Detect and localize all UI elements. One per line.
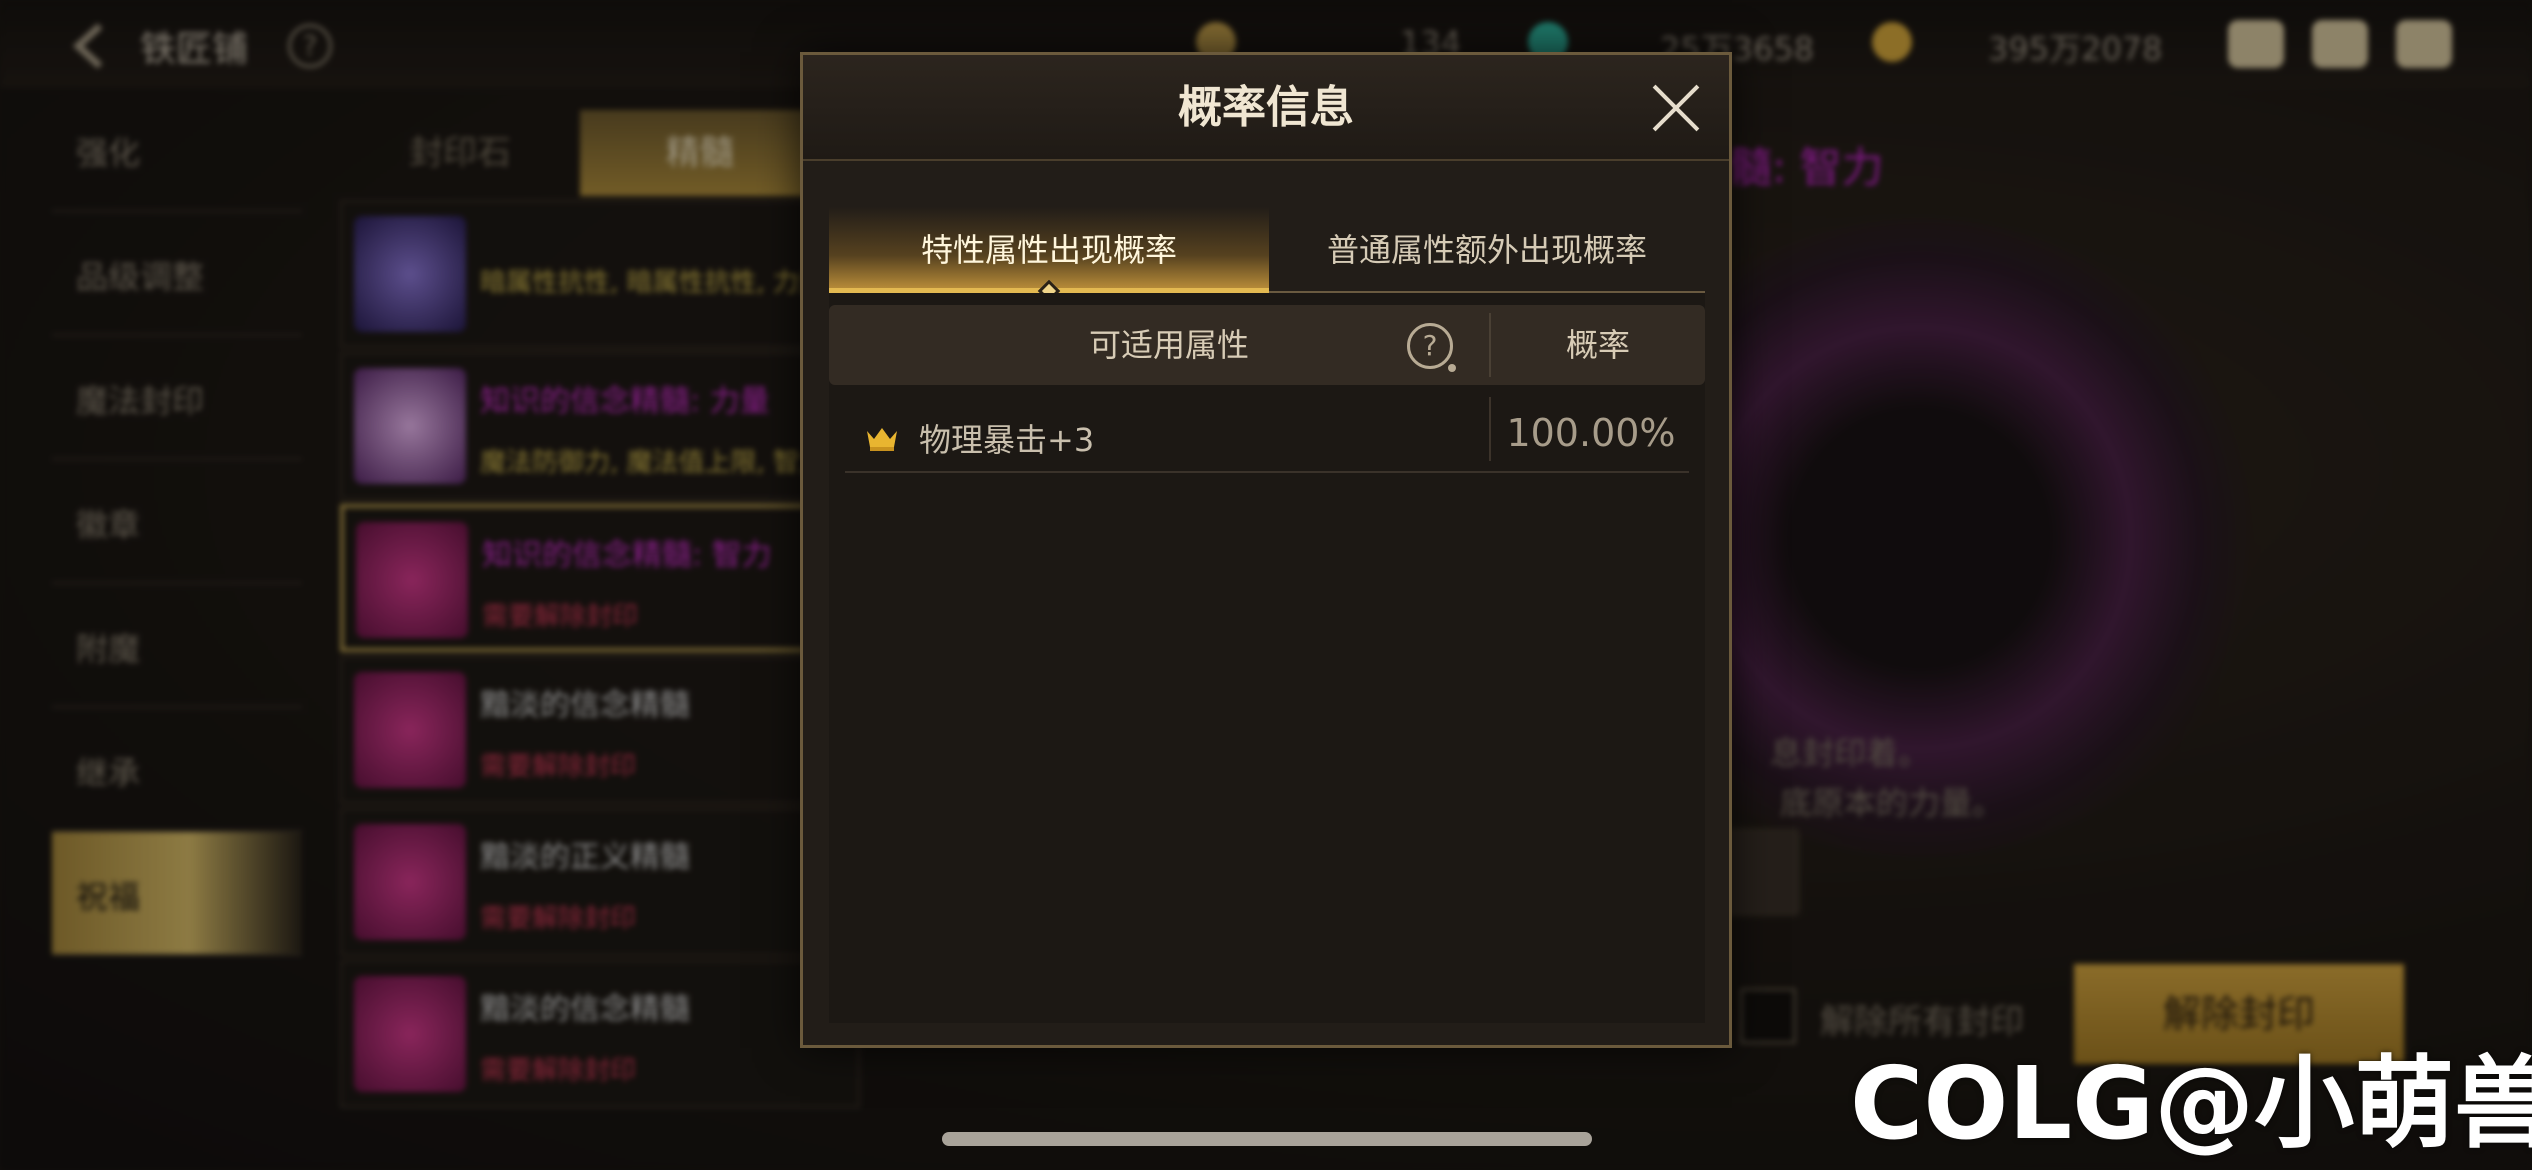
probability-table: 可适用属性 ? 概率 物理暴击+3 100.00% xyxy=(829,293,1705,1023)
table-header: 可适用属性 ? 概率 xyxy=(829,305,1705,385)
row-attribute: 物理暴击+3 xyxy=(919,421,1095,459)
row-probability: 100.00% xyxy=(1506,411,1676,455)
dialog-header: 概率信息 xyxy=(803,55,1729,161)
crown-icon xyxy=(867,428,897,451)
dialog-tabs: 特性属性出现概率 普通属性额外出现概率 xyxy=(829,207,1705,303)
column-header-probability: 概率 xyxy=(1565,326,1630,364)
tab-normal-attribute-extra-probability[interactable]: 普通属性额外出现概率 xyxy=(1269,207,1705,293)
watermark: COLG@小萌兽 xyxy=(1850,1045,2532,1162)
home-indicator[interactable] xyxy=(942,1132,1592,1146)
question-help-icon[interactable]: ? xyxy=(1407,323,1456,372)
probability-info-dialog: 概率信息 特性属性出现概率 普通属性额外出现概率 可适用属性 ? 概率 物理暴击… xyxy=(800,52,1732,1048)
close-icon[interactable] xyxy=(1649,81,1703,135)
dialog-title: 概率信息 xyxy=(1178,82,1354,133)
table-row: 物理暴击+3 100.00% xyxy=(845,397,1689,473)
